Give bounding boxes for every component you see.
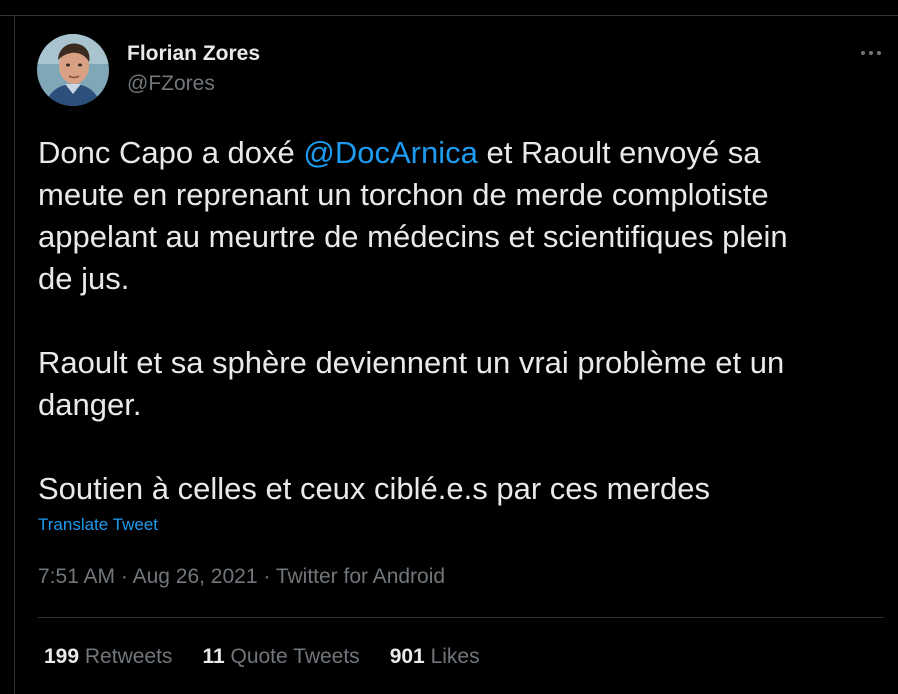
tweet-stats: 199 Retweets 11 Quote Tweets 901 Likes <box>44 645 480 669</box>
avatar[interactable] <box>37 34 109 106</box>
quote-tweets-label: Quote Tweets <box>230 645 360 668</box>
retweets-count: 199 <box>44 645 80 668</box>
quote-tweets-stat[interactable]: 11 Quote Tweets <box>202 645 359 669</box>
likes-label: Likes <box>430 645 480 668</box>
author-display-name[interactable]: Florian Zores <box>127 42 260 66</box>
retweets-label: Retweets <box>84 645 173 668</box>
meta-separator: · <box>115 565 133 588</box>
likes-stat[interactable]: 901 Likes <box>390 645 480 669</box>
quote-tweets-count: 11 <box>202 645 225 668</box>
tweet-text-segment: Donc Capo a doxé <box>38 135 304 170</box>
tweet-line: appelant au meurtre de médecins et scien… <box>38 219 788 254</box>
tweet-line: meute en reprenant un torchon de merde c… <box>38 177 769 212</box>
tweet-card: Florian Zores @FZores Donc Capo a doxé @… <box>0 0 898 694</box>
tweet-line: de jus. <box>38 261 130 296</box>
tweet-meta: 7:51 AM · Aug 26, 2021 · Twitter for And… <box>38 565 445 589</box>
tweet-time[interactable]: 7:51 AM <box>38 565 115 588</box>
meta-separator: · <box>257 565 276 588</box>
tweet-text: Donc Capo a doxé @DocArnica et Raoult en… <box>38 132 884 510</box>
left-divider <box>14 15 15 694</box>
likes-count: 901 <box>389 645 425 668</box>
tweet-text-segment: et Raoult envoyé sa <box>477 135 761 170</box>
tweet-line: Soutien à celles et ceux ciblé.e.s par c… <box>38 471 711 506</box>
more-horizontal-icon <box>861 51 881 55</box>
mention-link[interactable]: @DocArnica <box>303 135 477 170</box>
tweet-line: danger. <box>38 387 142 422</box>
tweet-line: Raoult et sa sphère deviennent un vrai p… <box>38 345 785 380</box>
meta-divider <box>38 617 884 618</box>
retweets-stat[interactable]: 199 Retweets <box>44 645 172 669</box>
tweet-source[interactable]: Twitter for Android <box>276 565 445 588</box>
tweet-date[interactable]: Aug 26, 2021 <box>133 565 258 588</box>
translate-tweet-link[interactable]: Translate Tweet <box>38 515 158 535</box>
top-divider <box>0 15 898 16</box>
avatar-photo <box>37 34 109 106</box>
tweet-line: Donc Capo a doxé @DocArnica et Raoult en… <box>38 132 884 174</box>
more-options-button[interactable] <box>858 40 884 66</box>
author-handle[interactable]: @FZores <box>127 72 215 96</box>
